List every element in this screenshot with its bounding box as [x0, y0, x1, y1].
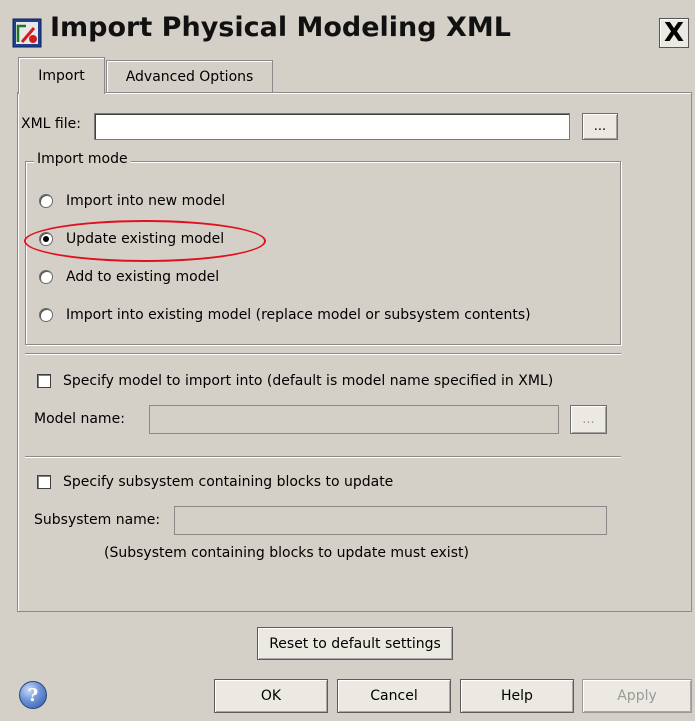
subsystem-name-label: Subsystem name:	[34, 512, 161, 528]
radio-dot-icon	[43, 236, 49, 242]
ok-button[interactable]: OK	[214, 679, 328, 713]
help-icon[interactable]: ?	[19, 681, 47, 709]
help-button[interactable]: Help	[460, 679, 574, 713]
radio-label: Import into existing model (replace mode…	[66, 307, 531, 323]
xml-file-input[interactable]	[94, 113, 570, 140]
radio-label: Update existing model	[66, 231, 225, 247]
apply-label: Apply	[617, 688, 657, 704]
model-name-browse-button[interactable]: ...	[570, 405, 607, 434]
radio-button-selected[interactable]	[39, 232, 53, 246]
cancel-label: Cancel	[370, 688, 418, 704]
xml-file-label: XML file:	[21, 116, 81, 132]
specify-model-label: Specify model to import into (default is…	[63, 373, 554, 389]
separator	[25, 353, 621, 355]
tab-import-label: Import	[38, 68, 85, 84]
apply-button[interactable]: Apply	[582, 679, 692, 713]
close-icon: X	[663, 18, 685, 48]
radio-button[interactable]	[39, 308, 53, 322]
cancel-button[interactable]: Cancel	[337, 679, 451, 713]
specify-subsystem-label: Specify subsystem containing blocks to u…	[63, 474, 394, 490]
title-bar: Import Physical Modeling XML X	[0, 0, 695, 56]
model-name-label: Model name:	[34, 411, 125, 427]
close-button[interactable]: X	[659, 18, 689, 48]
radio-label: Add to existing model	[66, 269, 220, 285]
model-name-input[interactable]	[149, 405, 559, 434]
radio-add-to-existing-model[interactable]: Add to existing model	[39, 269, 219, 285]
radio-import-into-existing-model[interactable]: Import into existing model (replace mode…	[39, 307, 531, 323]
browse-ellipsis-icon: ...	[593, 119, 607, 134]
subsystem-note: (Subsystem containing blocks to update m…	[104, 545, 469, 561]
import-mode-title: Import mode	[34, 151, 131, 167]
reset-defaults-button[interactable]: Reset to default settings	[257, 627, 453, 660]
specify-subsystem-checkbox-row[interactable]: Specify subsystem containing blocks to u…	[37, 474, 393, 490]
help-label: Help	[501, 688, 533, 704]
specify-subsystem-checkbox[interactable]	[37, 475, 51, 489]
radio-update-existing-model[interactable]: Update existing model	[39, 231, 224, 247]
radio-button[interactable]	[39, 194, 53, 208]
separator	[25, 456, 621, 458]
browse-ellipsis-icon: ...	[582, 412, 595, 427]
specify-model-checkbox[interactable]	[37, 374, 51, 388]
radio-label: Import into new model	[66, 193, 226, 209]
tab-import[interactable]: Import	[18, 57, 105, 94]
tab-advanced-options-label: Advanced Options	[125, 68, 254, 85]
tab-advanced-options[interactable]: Advanced Options	[106, 60, 273, 92]
ok-label: OK	[260, 688, 282, 704]
radio-import-new-model[interactable]: Import into new model	[39, 193, 225, 209]
window-title: Import Physical Modeling XML	[50, 12, 511, 43]
subsystem-name-input[interactable]	[174, 506, 607, 535]
radio-button[interactable]	[39, 270, 53, 284]
xml-file-browse-button[interactable]: ...	[582, 113, 618, 140]
app-icon	[12, 18, 42, 48]
reset-defaults-label: Reset to default settings	[269, 635, 441, 652]
specify-model-checkbox-row[interactable]: Specify model to import into (default is…	[37, 373, 553, 389]
